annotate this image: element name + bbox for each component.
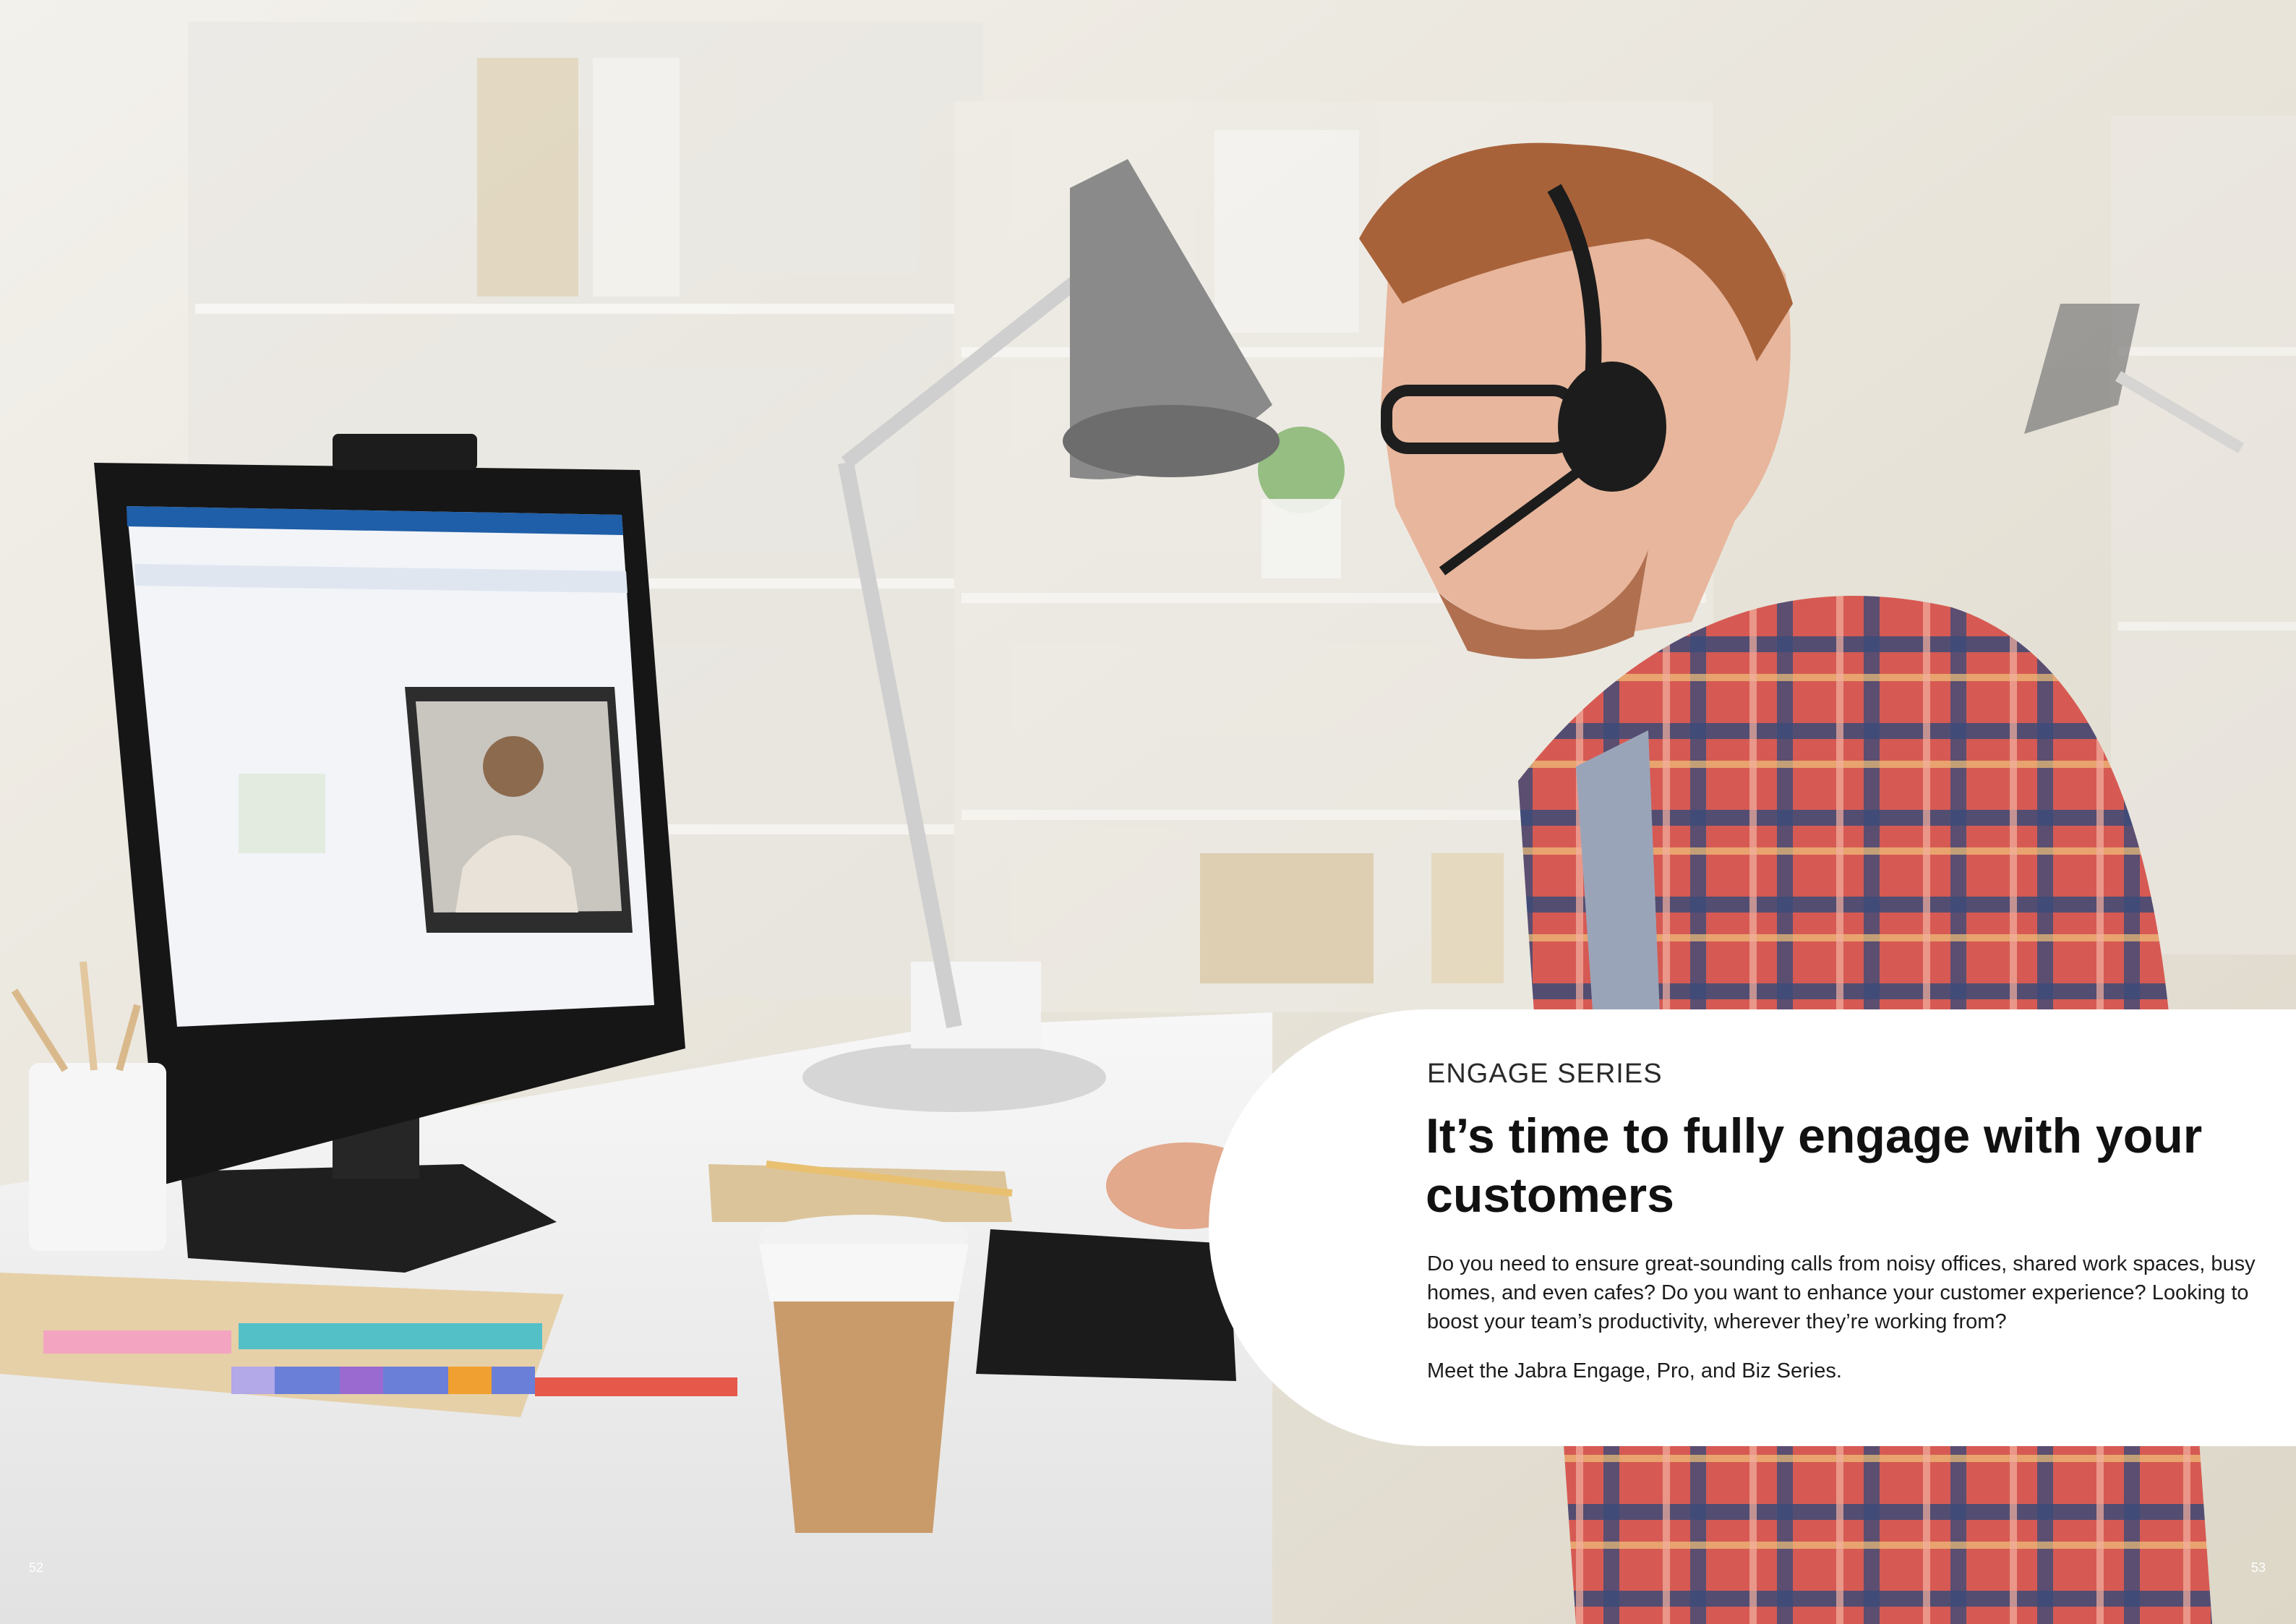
- page-number-left: 52: [29, 1560, 44, 1575]
- keyboard: [976, 1229, 1236, 1381]
- webcam: [333, 434, 477, 470]
- closing-paragraph: Meet the Jabra Engage, Pro, and Biz Seri…: [1427, 1359, 1842, 1382]
- page-number-right: 53: [2251, 1560, 2266, 1575]
- series-label: ENGAGE SERIES: [1427, 1059, 1663, 1089]
- page-headline: It’s time to fully engage with your cust…: [1426, 1108, 2203, 1223]
- notebook: [708, 1161, 1013, 1222]
- intro-paragraph: Do you need to ensure great-sounding cal…: [1427, 1252, 2256, 1333]
